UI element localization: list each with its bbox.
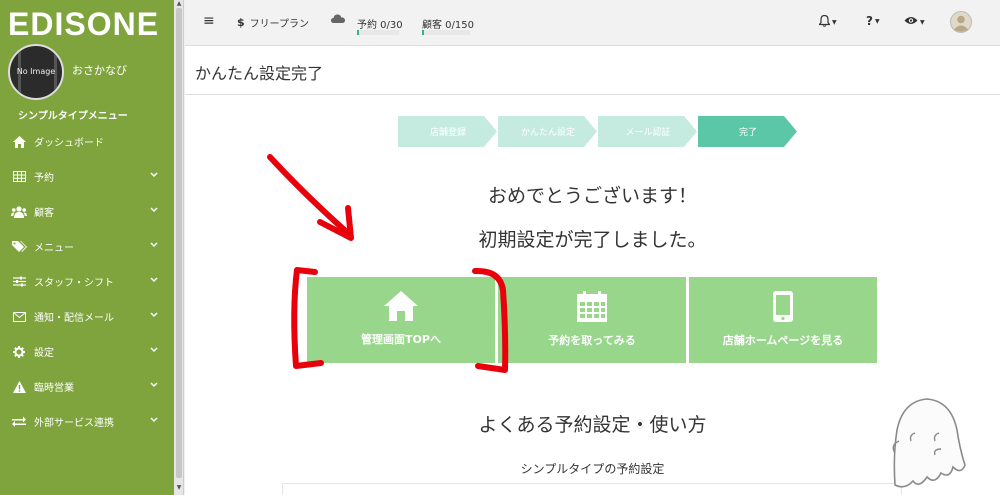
action-buttons: 管理画面TOPへ 予約を取ってみる 店舗ホームページを見る [307, 277, 877, 363]
step-shop-registration: 店舗登録 [398, 116, 498, 147]
sidebar-item-label: 外部サービス連携 [34, 418, 114, 429]
step-label: 店舗登録 [429, 128, 466, 138]
sidebar-item-temporary-business[interactable]: 臨時営業 [0, 369, 174, 404]
envelope-icon [10, 310, 28, 324]
sidebar-item-label: ダッシュボード [34, 138, 104, 149]
chevron-down-icon [150, 276, 158, 286]
tags-icon [10, 240, 28, 254]
sidebar-item-staff-shift[interactable]: スタッフ・シフト [0, 264, 174, 299]
users-icon [10, 205, 28, 219]
sidebar-item-menu[interactable]: メニュー [0, 229, 174, 264]
hamburger-menu-icon[interactable]: ≡ [203, 13, 215, 29]
scrollbar-thumb[interactable] [176, 8, 182, 478]
scroll-down-arrow-icon[interactable]: ▼ [175, 484, 183, 492]
calendar-icon [577, 291, 607, 322]
sidebar-item-dashboard[interactable]: ダッシュボード [0, 124, 174, 159]
step-label: メール認証 [625, 128, 671, 138]
admin-top-button[interactable]: 管理画面TOPへ [307, 277, 495, 363]
ghost-mascot-icon [892, 398, 966, 488]
caret-down-icon: ▼ [920, 18, 925, 26]
exchange-icon [10, 415, 28, 429]
cloud-icon [331, 14, 345, 23]
question-icon: ? [866, 14, 873, 28]
content-panel [282, 483, 902, 495]
reservation-usage-bar [357, 30, 399, 35]
home-icon [384, 291, 418, 321]
mobile-icon [773, 291, 793, 322]
shop-name: おさかなび [72, 64, 127, 77]
sidebar-item-label: メニュー [34, 243, 74, 254]
step-email-verification: メール認証 [598, 116, 698, 147]
divider [185, 94, 1000, 95]
sidebar: EDISONE No Image おさかなび シンプルタイプメニュー ダッシュボ… [0, 0, 174, 495]
customer-usage-bar [422, 30, 470, 35]
help-dropdown[interactable]: ? ▼ [866, 14, 880, 28]
button-label: 店舗ホームページを見る [722, 334, 844, 347]
sliders-icon [10, 275, 28, 289]
top-bar: ≡ $ フリープラン 予約 0/30 顧客 0/150 ▼ ? ▼ ▼ [185, 0, 1000, 46]
customer-usage: 顧客 0/150 [422, 20, 474, 31]
user-avatar[interactable] [950, 11, 972, 33]
progress-steps: 店舗登録 かんたん設定 メール認証 完了 [398, 116, 798, 147]
sidebar-item-label: スタッフ・シフト [34, 278, 114, 289]
menu-type-label: シンプルタイプメニュー [18, 111, 128, 122]
reservation-usage: 予約 0/30 [357, 20, 403, 31]
caret-down-icon: ▼ [874, 17, 880, 25]
step-label: かんたん設定 [520, 128, 575, 138]
step-easy-setup: かんたん設定 [498, 116, 598, 147]
page-title: かんたん設定完了 [195, 64, 324, 83]
caret-down-icon: ▼ [832, 19, 837, 26]
reservation-usage-fill [357, 30, 359, 35]
notifications-dropdown[interactable]: ▼ [818, 14, 837, 30]
sidebar-item-external-services[interactable]: 外部サービス連携 [0, 404, 174, 439]
sidebar-item-label: 予約 [34, 173, 54, 184]
table-icon [10, 170, 28, 184]
warning-icon [10, 380, 28, 394]
chevron-down-icon [150, 416, 158, 426]
sidebar-nav: ダッシュボード 予約 顧客 メニュー スタッフ・シフト 通知・配信メール 設定 … [0, 124, 174, 439]
view-dropdown[interactable]: ▼ [904, 16, 925, 28]
usage-section-title: よくある予約設定・使い方 [478, 414, 707, 436]
eye-icon [904, 16, 918, 28]
sidebar-item-label: 通知・配信メール [34, 313, 114, 324]
bell-icon [818, 14, 831, 30]
sidebar-item-label: 臨時営業 [34, 383, 74, 394]
sidebar-item-label: 顧客 [34, 208, 54, 219]
home-icon [10, 135, 28, 149]
sidebar-item-customers[interactable]: 顧客 [0, 194, 174, 229]
step-label: 完了 [738, 128, 757, 138]
chevron-down-icon [150, 381, 158, 391]
plan-label: フリープラン [249, 19, 310, 30]
gear-icon [10, 345, 28, 359]
chevron-down-icon [150, 171, 158, 181]
step-complete: 完了 [698, 116, 798, 147]
plan-link[interactable]: $ フリープラン [237, 15, 309, 30]
chevron-down-icon [150, 346, 158, 356]
sidebar-item-notifications[interactable]: 通知・配信メール [0, 299, 174, 334]
brand-logo[interactable]: EDISONE [8, 6, 159, 43]
sidebar-item-reservations[interactable]: 予約 [0, 159, 174, 194]
button-label: 管理画面TOPへ [361, 333, 441, 346]
chevron-down-icon [150, 206, 158, 216]
shop-avatar[interactable]: No Image [8, 44, 64, 100]
avatar-placeholder-text: No Image [16, 67, 56, 76]
try-reservation-button[interactable]: 予約を取ってみる [498, 277, 686, 363]
sidebar-item-settings[interactable]: 設定 [0, 334, 174, 369]
congrats-message: 初期設定が完了しました。 [478, 229, 707, 251]
usage-section-subtitle: シンプルタイプの予約設定 [520, 462, 665, 476]
view-homepage-button[interactable]: 店舗ホームページを見る [689, 277, 877, 363]
chevron-down-icon [150, 241, 158, 251]
dollar-icon: $ [237, 16, 245, 29]
congrats-heading: おめでとうございます！ [487, 185, 697, 207]
sidebar-item-label: 設定 [34, 348, 54, 359]
chevron-down-icon [150, 311, 158, 321]
main-content: かんたん設定完了 店舗登録 かんたん設定 メール認証 完了 おめでとうございます… [185, 46, 1000, 495]
button-label: 予約を取ってみる [548, 334, 636, 347]
customer-usage-fill [422, 30, 424, 35]
scroll-up-arrow-icon[interactable]: ▲ [175, 0, 183, 8]
